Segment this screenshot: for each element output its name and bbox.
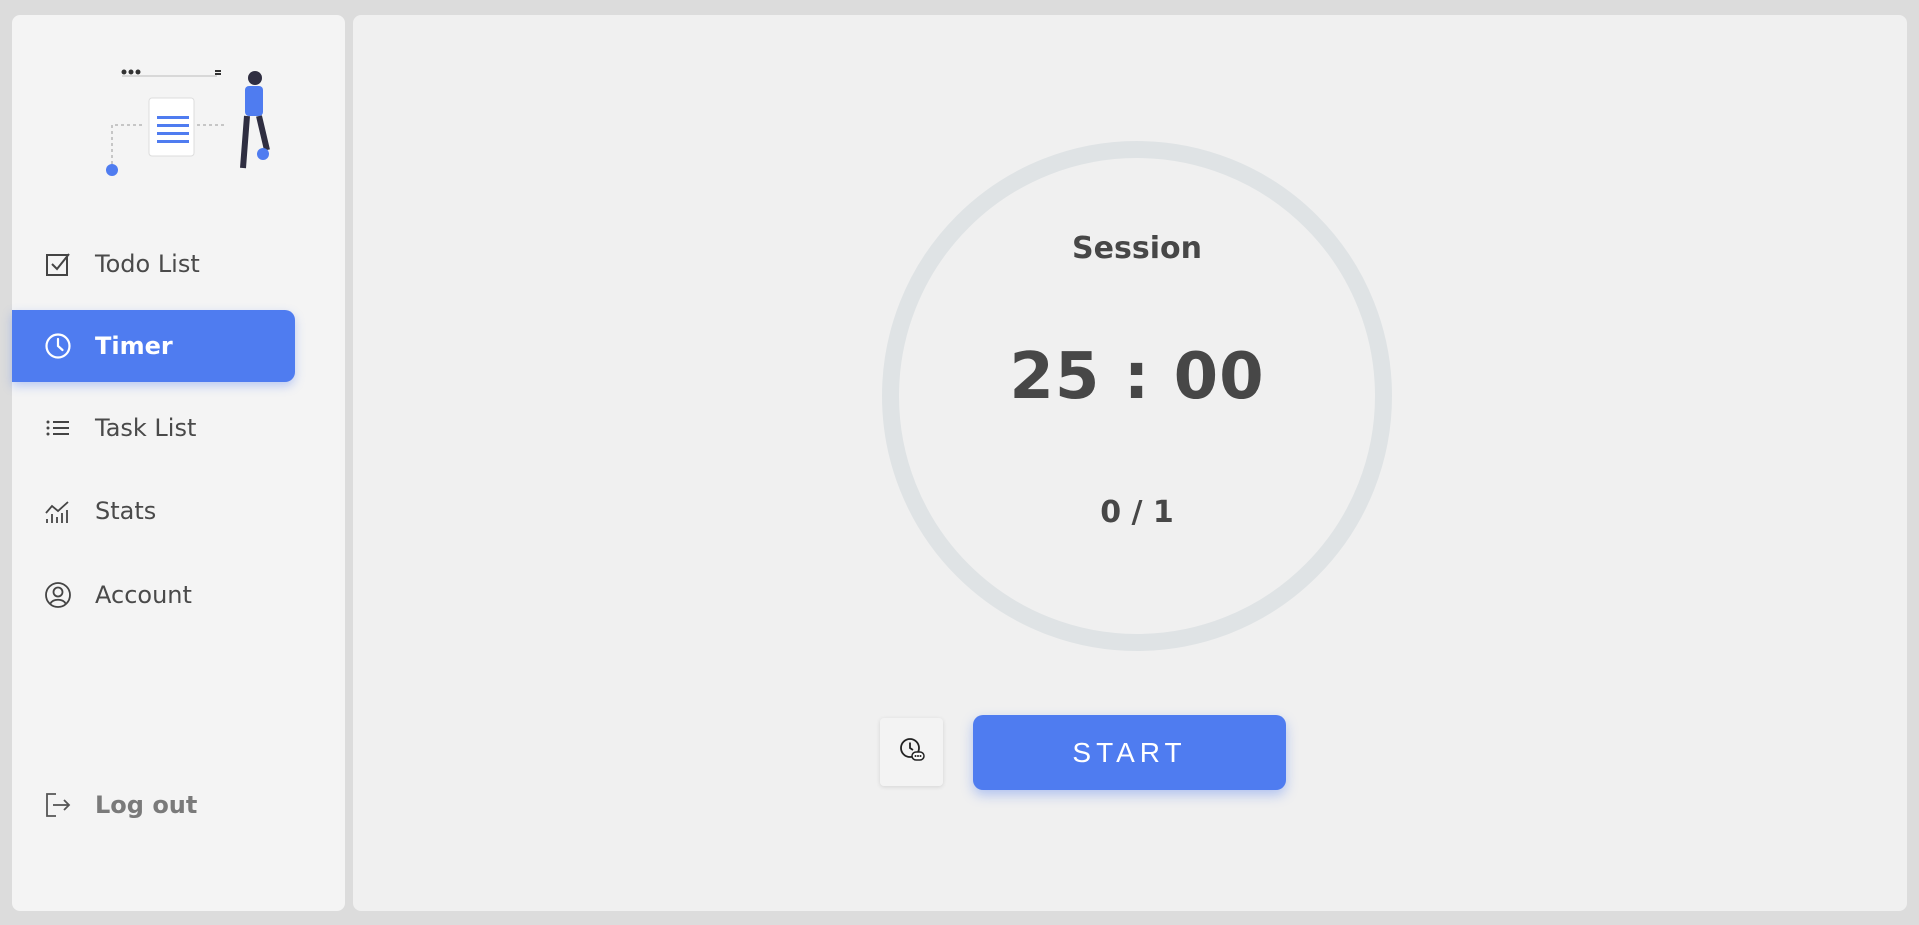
list-icon	[44, 414, 72, 442]
sidebar-item-label: Timer	[95, 332, 173, 360]
timer-panel: Session 25 : 00 0 / 1 START	[353, 15, 1907, 911]
sidebar-item-stats[interactable]: Stats	[12, 475, 295, 547]
sidebar-item-label: Account	[95, 581, 192, 609]
clock-icon	[44, 332, 72, 360]
sidebar-item-label: Todo List	[95, 250, 200, 278]
session-label: Session	[1072, 231, 1202, 266]
sidebar-item-account[interactable]: Account	[12, 559, 295, 631]
sidebar-item-timer[interactable]: Timer	[12, 310, 295, 382]
sidebar-item-todo-list[interactable]: Todo List	[12, 228, 295, 300]
sidebar-item-label: Stats	[95, 497, 157, 525]
logout-button[interactable]: Log out	[12, 769, 295, 841]
session-count: 0 / 1	[1100, 495, 1174, 530]
sidebar: Todo List Timer Task List Stats Account …	[12, 15, 345, 911]
timer-settings-button[interactable]	[880, 718, 943, 786]
start-button[interactable]: START	[973, 715, 1286, 790]
sidebar-item-label: Task List	[95, 414, 197, 442]
sidebar-item-task-list[interactable]: Task List	[12, 392, 295, 464]
chart-icon	[44, 497, 72, 525]
checkbox-icon	[44, 250, 72, 278]
logout-label: Log out	[95, 791, 198, 819]
logout-icon	[44, 791, 72, 819]
user-circle-icon	[44, 581, 72, 609]
timer-display: 25 : 00	[1009, 340, 1265, 414]
clock-settings-icon	[898, 736, 926, 768]
logo-illustration	[106, 69, 270, 176]
